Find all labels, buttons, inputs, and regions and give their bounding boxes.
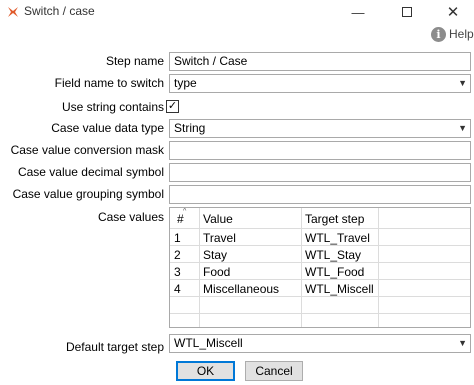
header-value[interactable]: Value (203, 212, 233, 226)
minimize-icon: — (351, 4, 365, 20)
use-string-contains-label: Use string contains (61, 100, 164, 114)
row-target[interactable]: WTL_Food (305, 265, 364, 279)
decimal-symbol-label: Case value decimal symbol (17, 165, 164, 179)
help-button[interactable]: i Help (431, 25, 474, 43)
maximize-icon (402, 7, 412, 17)
field-name-value: type (174, 76, 197, 90)
chevron-down-icon: ▼ (458, 78, 467, 88)
case-value-type-label: Case value data type (51, 121, 164, 135)
row-num: 3 (174, 265, 181, 279)
use-string-contains-checkbox[interactable]: ✓ (166, 100, 179, 113)
grouping-symbol-input[interactable] (169, 185, 471, 204)
help-circle-icon: i (431, 26, 446, 42)
row-num: 1 (174, 231, 181, 245)
spoon-icon (8, 7, 18, 17)
minimize-button[interactable]: — (335, 0, 381, 24)
case-value-type-value: String (174, 121, 206, 135)
default-target-label: Default target step (65, 340, 164, 354)
row-value[interactable]: Food (203, 265, 230, 279)
conversion-mask-input[interactable] (169, 141, 471, 160)
grouping-symbol-label: Case value grouping symbol (12, 187, 164, 201)
row-target[interactable]: WTL_Stay (305, 248, 361, 262)
help-label: Help (449, 27, 474, 41)
header-target-step[interactable]: Target step (305, 212, 364, 226)
default-target-value: WTL_Miscell (174, 336, 243, 350)
window-title: Switch / case (24, 4, 95, 18)
case-values-table[interactable]: ^ # Value Target step 1 Travel WTL_Trave… (169, 207, 471, 328)
step-name-value: Switch / Case (174, 54, 248, 68)
row-value[interactable]: Travel (203, 231, 236, 245)
step-name-input[interactable]: Switch / Case (169, 52, 471, 71)
row-target[interactable]: WTL_Miscell (305, 282, 374, 296)
row-value[interactable]: Miscellaneous (203, 282, 279, 296)
title-bar: Switch / case — ✕ (0, 0, 474, 24)
close-button[interactable]: ✕ (430, 0, 474, 24)
row-num: 2 (174, 248, 181, 262)
default-target-select[interactable]: WTL_Miscell ▼ (169, 334, 471, 353)
field-name-label: Field name to switch (54, 76, 164, 90)
close-icon: ✕ (446, 4, 460, 21)
chevron-down-icon: ▼ (458, 338, 467, 348)
decimal-symbol-input[interactable] (169, 163, 471, 182)
empty-row (170, 297, 470, 314)
cancel-button[interactable]: Cancel (245, 361, 303, 381)
row-target[interactable]: WTL_Travel (305, 231, 370, 245)
checkmark-icon: ✓ (167, 100, 178, 112)
field-name-select[interactable]: type ▼ (169, 74, 471, 93)
chevron-down-icon: ▼ (458, 123, 467, 133)
case-value-type-select[interactable]: String ▼ (169, 119, 471, 138)
conversion-mask-label: Case value conversion mask (10, 143, 164, 157)
row-value[interactable]: Stay (203, 248, 227, 262)
header-num: # (177, 212, 184, 226)
case-values-label: Case values (97, 210, 164, 224)
ok-button[interactable]: OK (176, 361, 235, 381)
maximize-button[interactable] (384, 0, 430, 24)
row-num: 4 (174, 282, 181, 296)
step-name-label: Step name (105, 54, 164, 68)
